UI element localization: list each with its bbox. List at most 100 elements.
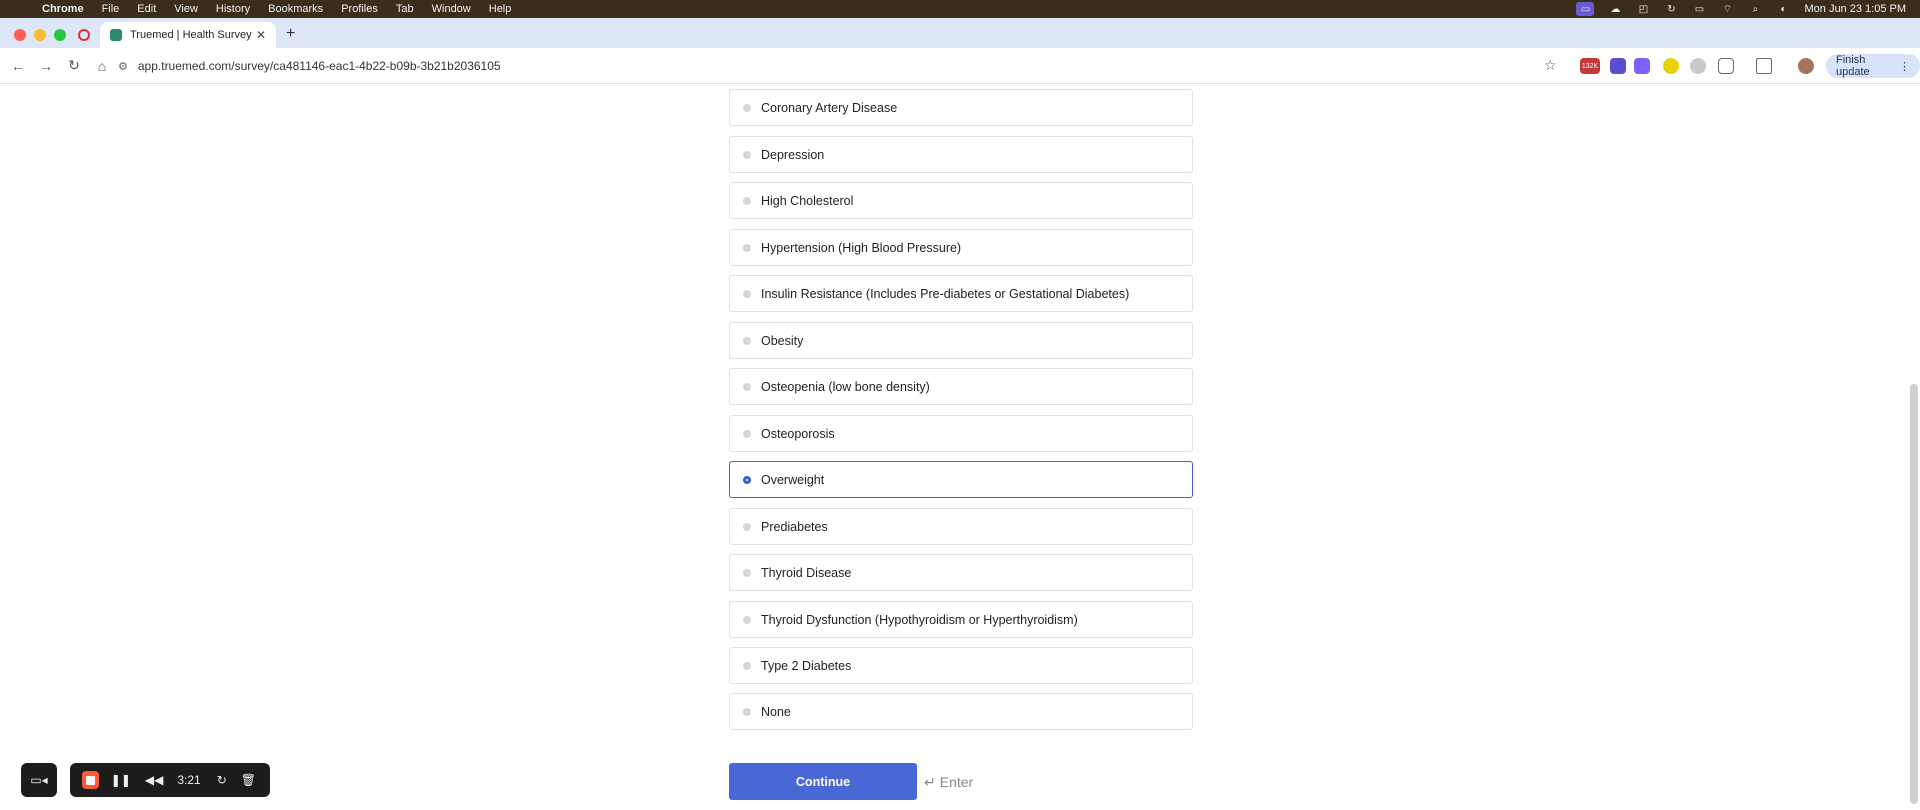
option-label: Type 2 Diabetes — [761, 658, 852, 673]
menu-bookmarks[interactable]: Bookmarks — [268, 3, 323, 15]
camera-toggle-button[interactable]: ▭◂ — [21, 763, 57, 797]
option-insulin-resistance[interactable]: Insulin Resistance (Includes Pre-diabete… — [729, 275, 1193, 312]
finish-update-label: Finish update — [1836, 54, 1870, 78]
extension-icon[interactable] — [1610, 58, 1626, 74]
address-bar[interactable]: ⚙ app.truemed.com/survey/ca481146-eac1-4… — [118, 54, 1568, 78]
truemed-favicon-icon — [110, 29, 122, 41]
minimize-window-icon[interactable] — [34, 29, 46, 41]
option-osteopenia[interactable]: Osteopenia (low bone density) — [729, 368, 1193, 405]
extension-icon[interactable] — [1690, 58, 1706, 74]
recorder-controls: ❚❚ ◀◀ 3:21 ↻ 🗑 — [70, 763, 270, 797]
menu-history[interactable]: History — [216, 3, 250, 15]
extensions-puzzle-icon[interactable] — [1718, 58, 1734, 74]
option-thyroid-disease[interactable]: Thyroid Disease — [729, 554, 1193, 591]
sync-icon[interactable]: ↻ — [1664, 3, 1678, 15]
radio-icon[interactable] — [743, 382, 751, 391]
close-window-icon[interactable] — [14, 29, 26, 41]
stop-recording-button[interactable] — [82, 771, 99, 789]
app-tray-icon[interactable]: ◰ — [1636, 3, 1650, 15]
option-thyroid-dysfunction[interactable]: Thyroid Dysfunction (Hypothyroidism or H… — [729, 601, 1193, 638]
radio-icon[interactable] — [743, 522, 751, 531]
battery-icon[interactable]: ▭ — [1692, 3, 1706, 15]
menu-app-name[interactable]: Chrome — [42, 3, 84, 15]
pause-icon[interactable]: ❚❚ — [111, 773, 131, 787]
continue-button[interactable]: Continue — [729, 763, 917, 800]
browser-toolbar: ← → ↻ ⌂ ⚙ app.truemed.com/survey/ca48114… — [0, 48, 1920, 84]
menu-window[interactable]: Window — [432, 3, 471, 15]
option-label: Hypertension (High Blood Pressure) — [761, 240, 962, 255]
tab-strip: Truemed | Health Survey ✕ + — [0, 18, 1920, 48]
bookmark-star-icon[interactable]: ☆ — [1544, 57, 1557, 74]
radio-selected-icon[interactable] — [743, 475, 751, 484]
option-label: Osteopenia (low bone density) — [761, 379, 930, 394]
radio-icon[interactable] — [743, 289, 751, 298]
radio-icon[interactable] — [743, 336, 751, 345]
menu-profiles[interactable]: Profiles — [341, 3, 378, 15]
rewind-icon[interactable]: ◀◀ — [145, 773, 163, 787]
option-type-2-diabetes[interactable]: Type 2 Diabetes — [729, 647, 1193, 684]
page-scrollbar[interactable] — [1910, 384, 1918, 804]
tab-title: Truemed | Health Survey — [130, 29, 252, 41]
trash-icon[interactable]: 🗑 — [241, 773, 256, 787]
recording-indicator-icon — [78, 29, 90, 41]
control-center-icon[interactable]: ◐ — [1776, 3, 1790, 15]
extension-icon[interactable] — [1634, 58, 1650, 74]
option-label: None — [761, 704, 791, 719]
enter-hint-label: Enter — [939, 774, 974, 790]
reload-icon[interactable]: ↻ — [60, 57, 88, 74]
option-label: Overweight — [761, 472, 825, 487]
option-depression[interactable]: Depression — [729, 136, 1193, 173]
url-text[interactable]: app.truemed.com/survey/ca481146-eac1-4b2… — [138, 59, 501, 73]
zoom-window-icon[interactable] — [54, 29, 66, 41]
screen-share-icon[interactable]: ▭ — [1576, 2, 1595, 16]
recording-time: 3:21 — [177, 773, 201, 787]
radio-icon[interactable] — [743, 150, 751, 159]
finish-update-button[interactable]: Finish update ⋮ — [1826, 54, 1920, 78]
side-panel-icon[interactable] — [1756, 58, 1772, 74]
radio-icon[interactable] — [743, 103, 751, 112]
window-controls — [14, 29, 66, 41]
radio-icon[interactable] — [743, 707, 751, 716]
option-coronary-artery-disease[interactable]: Coronary Artery Disease — [729, 89, 1193, 126]
browser-tab-active[interactable]: Truemed | Health Survey ✕ — [100, 22, 276, 48]
radio-icon[interactable] — [743, 243, 751, 252]
option-high-cholesterol[interactable]: High Cholesterol — [729, 182, 1193, 219]
menu-edit[interactable]: Edit — [137, 3, 156, 15]
radio-icon[interactable] — [743, 568, 751, 577]
radio-icon[interactable] — [743, 429, 751, 438]
search-icon[interactable]: ⌕ — [1748, 3, 1762, 15]
option-overweight[interactable]: Overweight — [729, 461, 1193, 498]
more-menu-icon[interactable]: ⋮ — [1899, 60, 1910, 73]
option-label: Coronary Artery Disease — [761, 100, 898, 115]
forward-arrow-icon[interactable]: → — [32, 58, 60, 74]
extension-icon[interactable] — [1663, 58, 1679, 74]
menu-help[interactable]: Help — [489, 3, 512, 15]
radio-icon[interactable] — [743, 196, 751, 205]
site-info-icon[interactable]: ⚙ — [118, 60, 128, 73]
back-arrow-icon[interactable]: ← — [4, 58, 32, 74]
survey-page: Coronary Artery Disease Depression High … — [0, 84, 1920, 810]
menu-file[interactable]: File — [102, 3, 120, 15]
enter-hint: ↵ Enter — [924, 774, 973, 791]
wifi-icon[interactable]: ⌔ — [1720, 3, 1734, 15]
tab-close-icon[interactable]: ✕ — [256, 28, 266, 42]
enter-key-icon: ↵ — [924, 774, 936, 790]
menu-view[interactable]: View — [174, 3, 198, 15]
cloud-icon[interactable]: ☁ — [1608, 3, 1622, 15]
home-icon[interactable]: ⌂ — [88, 58, 116, 74]
radio-icon[interactable] — [743, 661, 751, 670]
option-prediabetes[interactable]: Prediabetes — [729, 508, 1193, 545]
option-label: Insulin Resistance (Includes Pre-diabete… — [761, 286, 1130, 301]
extension-badge-icon[interactable]: 132K — [1580, 58, 1600, 74]
menubar-clock[interactable]: Mon Jun 23 1:05 PM — [1804, 3, 1906, 15]
menu-tab[interactable]: Tab — [396, 3, 414, 15]
radio-icon[interactable] — [743, 615, 751, 624]
option-none[interactable]: None — [729, 693, 1193, 730]
option-obesity[interactable]: Obesity — [729, 322, 1193, 359]
option-hypertension[interactable]: Hypertension (High Blood Pressure) — [729, 229, 1193, 266]
profile-avatar[interactable] — [1798, 58, 1814, 74]
option-osteoporosis[interactable]: Osteoporosis — [729, 415, 1193, 452]
new-tab-icon[interactable]: + — [286, 25, 295, 43]
restart-icon[interactable]: ↻ — [217, 773, 227, 787]
option-label: Prediabetes — [761, 519, 828, 534]
